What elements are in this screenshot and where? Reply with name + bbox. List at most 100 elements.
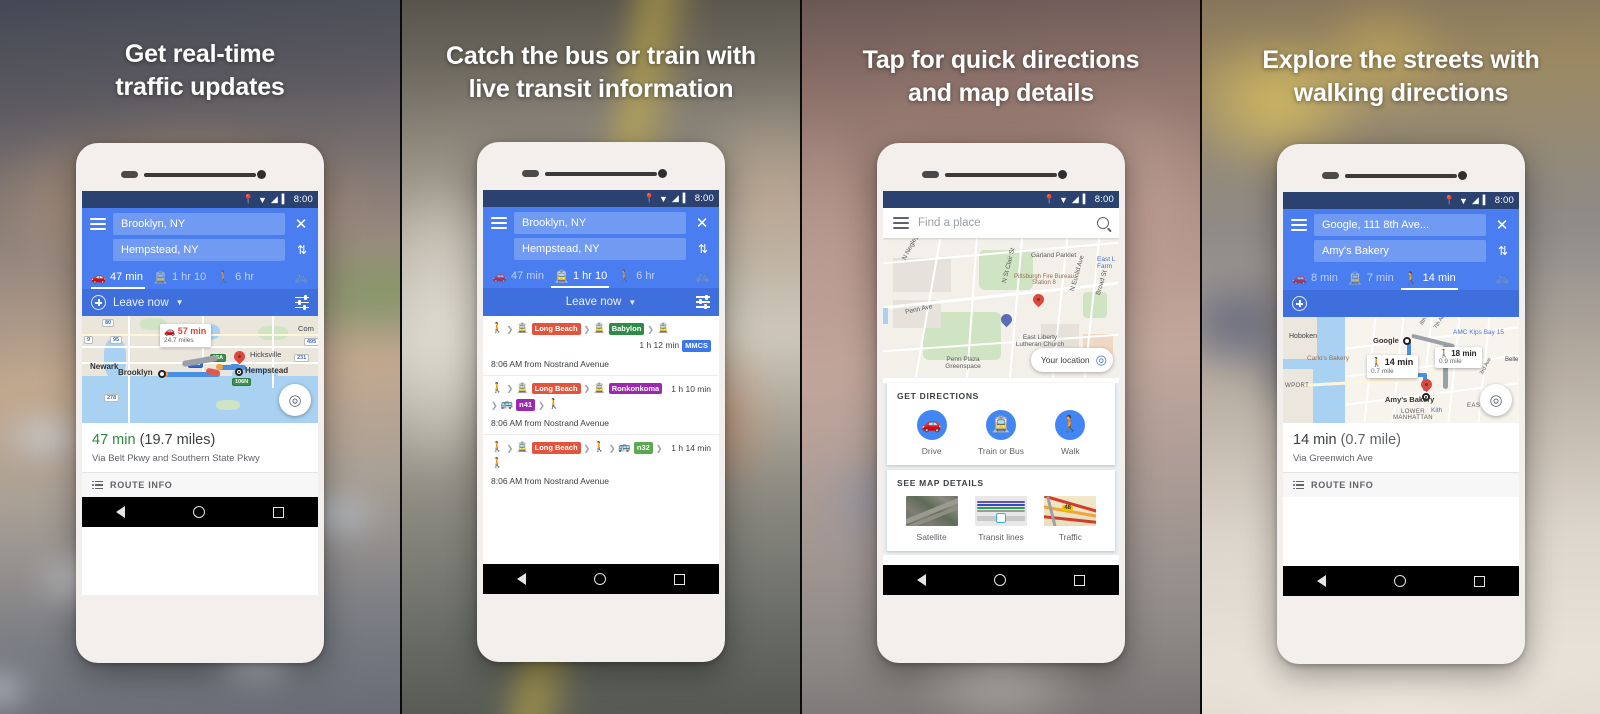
bottom-sheets: GET DIRECTIONS 🚗 Drive 🚊 Train or Bus 🚶 … [883, 383, 1119, 555]
mode-tab-drive[interactable]: 🚗 47 min [91, 271, 150, 290]
headline-line-1: Explore the streets with [1262, 46, 1540, 74]
search-input[interactable]: Find a place [918, 217, 1088, 229]
tune-icon[interactable] [295, 295, 309, 310]
route-info-label: ROUTE INFO [1311, 480, 1374, 491]
route-duration: 1 h 14 min [671, 443, 711, 454]
leave-now-label[interactable]: Leave now [566, 296, 622, 308]
walk-route-callout-alternate[interactable]: 🚶 18 min 0.9 mile [1435, 347, 1482, 369]
destination-input[interactable]: Amy's Bakery [1314, 240, 1486, 263]
callout-distance: 0.7 mile [1371, 368, 1394, 376]
back-icon[interactable] [517, 573, 526, 585]
headline-line-2: traffic updates [115, 72, 285, 101]
android-status-bar: 📍 ▼ ◢ ▍ 8:00 [483, 190, 719, 207]
transit-route-row[interactable]: 🚶 ❯ 🚊 Long Beach ❯ 🚊 Babylon ❯ 🚊 1 h 12 … [483, 316, 719, 376]
chevron-right-icon: ❯ [491, 400, 498, 410]
your-location-chip[interactable]: Your location ◎ [1030, 348, 1113, 372]
back-icon[interactable] [917, 574, 926, 586]
get-directions-sheet: GET DIRECTIONS 🚗 Drive 🚊 Train or Bus 🚶 … [887, 383, 1115, 465]
route-summary-card[interactable]: 14 min (0.7 mile) Via Greenwich Ave [1283, 423, 1519, 473]
my-location-button[interactable]: ◎ [1480, 384, 1512, 417]
poi-pin-church[interactable] [998, 311, 1015, 328]
train-icon: 🚊 [593, 382, 606, 394]
origin-input[interactable]: Brooklyn, NY [514, 212, 686, 235]
home-icon[interactable] [594, 573, 606, 585]
transit-results-list: 🚶 ❯ 🚊 Long Beach ❯ 🚊 Babylon ❯ 🚊 1 h 12 … [483, 316, 719, 492]
home-icon[interactable] [1394, 575, 1406, 587]
recents-icon[interactable] [674, 573, 685, 585]
hamburger-icon[interactable] [1291, 219, 1307, 232]
hamburger-icon[interactable] [90, 218, 106, 231]
my-location-button[interactable]: ◎ [279, 384, 311, 417]
route-map[interactable]: 80 9 95 278 495 231 678 25A 106N [82, 316, 318, 424]
mode-tab-walk[interactable]: 🚶 6 hr [213, 271, 261, 289]
route-info-button[interactable]: ROUTE INFO [1283, 472, 1519, 498]
recents-icon[interactable] [273, 506, 284, 518]
mode-tab-walk[interactable]: 🚶 6 hr [614, 270, 662, 288]
signal-icon: ◢ [1471, 195, 1479, 205]
map-label-hoboken: Hoboken [1289, 333, 1318, 341]
car-icon: 🚗 [164, 326, 176, 337]
transit-route-row[interactable]: 🚶 ❯ 🚊 Long Beach ❯ 🚊 Ronkonkoma 1 h 10 m… [483, 376, 719, 436]
origin-input[interactable]: Brooklyn, NY [113, 213, 285, 236]
mode-tab-transit[interactable]: 🚊 1 hr 10 [150, 271, 213, 289]
search-bar[interactable]: Find a place [883, 208, 1119, 238]
line-badge: Long Beach [531, 442, 581, 454]
mode-tab-bike[interactable]: 🚲 [1492, 272, 1510, 290]
mode-tab-bike[interactable]: 🚲 [291, 271, 309, 289]
action-walk[interactable]: 🚶 Walk [1039, 410, 1101, 456]
thumb-satellite[interactable]: Satellite [901, 496, 963, 542]
place-map[interactable]: N Negley Ave Penn Ave Garland Parklet Pi… [883, 238, 1119, 378]
close-icon[interactable]: ✕ [292, 217, 310, 232]
walk-route-callout-primary[interactable]: 🚶 14 min 0.7 mile [1367, 355, 1419, 379]
thumb-traffic[interactable]: 48 Traffic [1039, 496, 1101, 542]
close-icon[interactable]: ✕ [1493, 218, 1511, 233]
mode-tab-bike[interactable]: 🚲 [692, 270, 710, 288]
chevron-right-icon: ❯ [506, 384, 514, 394]
close-icon[interactable]: ✕ [693, 216, 711, 231]
back-icon[interactable] [1317, 575, 1326, 587]
chevron-down-icon[interactable]: ▼ [628, 298, 636, 307]
battery-icon: ▍ [281, 194, 289, 204]
transit-route-row[interactable]: 🚶 ❯ 🚊 Long Beach ❯ 🚶 ❯ 🚌 n32 ❯ 1 h 14 mi… [483, 435, 719, 492]
add-destination-icon[interactable] [91, 295, 106, 311]
home-icon[interactable] [994, 574, 1006, 586]
leave-now-label[interactable]: Leave now [113, 297, 169, 309]
mode-tab-drive[interactable]: 🚗 47 min [492, 270, 551, 288]
car-icon: 🚗 [916, 410, 947, 440]
origin-input[interactable]: Google, 111 8th Ave... [1314, 214, 1486, 237]
swap-icon[interactable]: ⇅ [693, 243, 711, 255]
chevron-down-icon[interactable]: ▼ [176, 298, 184, 307]
mode-tab-transit[interactable]: 🚊 7 min [1345, 272, 1401, 290]
mode-label: 47 min [510, 270, 544, 283]
line-badge: n41 [516, 399, 536, 412]
recents-icon[interactable] [1074, 574, 1085, 586]
destination-input[interactable]: Hempstead, NY [113, 239, 285, 262]
action-drive[interactable]: 🚗 Drive [901, 410, 963, 456]
thumb-label: Satellite [916, 532, 947, 542]
swap-icon[interactable]: ⇅ [292, 244, 310, 256]
walking-route-map[interactable]: Google Amy's Bakery Hoboken Carlo's Bake… [1283, 317, 1519, 424]
add-destination-icon[interactable] [1292, 296, 1307, 312]
tune-icon[interactable] [696, 294, 710, 310]
earpiece-sensor-icon [522, 170, 539, 177]
traffic-callout[interactable]: 🚗 57 min 24.7 miles [160, 324, 212, 348]
back-icon[interactable] [116, 506, 125, 519]
recents-icon[interactable] [1474, 575, 1485, 587]
home-icon[interactable] [193, 506, 205, 519]
route-summary-card[interactable]: 47 min (19.7 miles) Via Belt Pkwy and So… [82, 423, 318, 473]
swap-icon[interactable]: ⇅ [1493, 245, 1511, 257]
line-badge: Ronkonkoma [608, 382, 663, 395]
mode-tab-transit[interactable]: 🚊 1 hr 10 [550, 270, 614, 289]
hamburger-icon[interactable] [893, 217, 909, 229]
android-status-bar: 📍 ▼ ◢ ▍ 8:00 [82, 191, 318, 208]
search-icon[interactable] [1097, 217, 1109, 229]
crosshair-icon[interactable]: ◎ [1096, 352, 1107, 368]
your-location-label: Your location [1040, 355, 1090, 365]
route-info-button[interactable]: ROUTE INFO [82, 472, 318, 498]
mode-tab-walk[interactable]: 🚶 14 min [1400, 272, 1463, 291]
destination-input[interactable]: Hempstead, NY [514, 238, 686, 261]
thumb-transit-lines[interactable]: Transit lines [970, 496, 1032, 542]
hamburger-icon[interactable] [491, 217, 507, 230]
action-train-or-bus[interactable]: 🚊 Train or Bus [970, 410, 1032, 456]
mode-tab-drive[interactable]: 🚗 8 min [1292, 272, 1345, 290]
